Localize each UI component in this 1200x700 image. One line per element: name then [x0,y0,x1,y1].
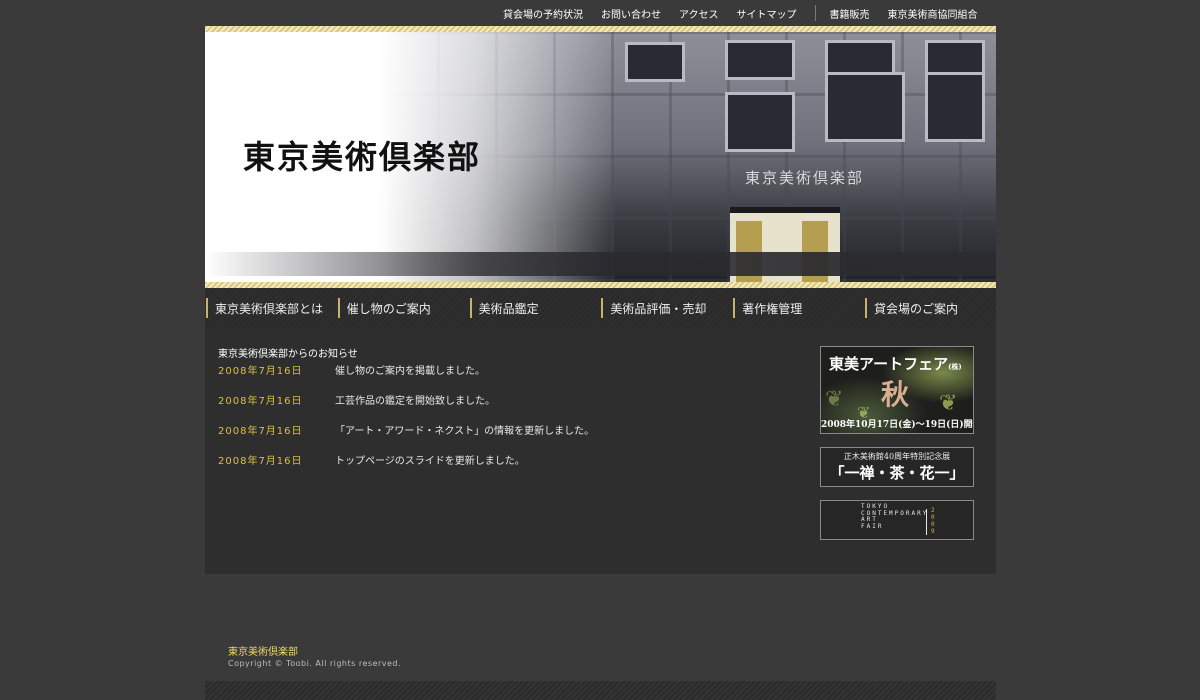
main-nav-events[interactable]: 催し物のご案内 [337,288,469,328]
news-link[interactable]: 「アート・アワード・ネクスト」の情報を更新しました。 [335,422,594,437]
tcaf-year: 2009 [931,507,935,535]
art-fair-title: 東美アートフェア(株) [829,355,962,373]
main-nav: 東京美術倶楽部とは 催し物のご案内 美術品鑑定 美術品評価・売却 著作権管理 貸… [205,288,996,328]
news-date: 2008年7月16日 [218,456,303,467]
news-list: 2008年7月16日 催し物のご案内を掲載しました。 2008年7月16日 工芸… [218,362,594,482]
top-nav-reservation-status[interactable]: 貸会場の予約状況 [503,6,583,21]
top-nav-sitemap[interactable]: サイトマップ [737,6,797,21]
main-nav-copyright[interactable]: 著作権管理 [732,288,864,328]
art-fair-season: 秋 [881,378,910,411]
hero-banner: 東京美術倶楽部 東京美術倶楽部 [205,26,996,288]
main-nav-venue-rental[interactable]: 貸会場のご案内 [864,288,996,328]
footer-title: 東京美術倶楽部 [228,647,298,658]
top-nav-book-sales[interactable]: 書籍販売 [830,6,870,21]
top-nav-contact[interactable]: お問い合わせ [601,6,661,21]
building-window [625,42,685,82]
top-nav-access[interactable]: アクセス [679,6,719,21]
main-nav-appraisal[interactable]: 美術品鑑定 [469,288,601,328]
tcaf-divider [926,509,927,535]
art-fair-dates: 2008年10月17日(金)～19日(日)開催 [821,420,974,430]
footer-strip [205,681,996,700]
top-nav-divider [814,5,816,21]
building-window [725,92,795,152]
news-date: 2008年7月16日 [218,366,303,377]
exhibition-subtitle: 正木美術館40周年特別記念展 [843,452,951,461]
news-heading: 東京美術倶楽部からのお知らせ [218,349,358,360]
art-fair-banner[interactable]: ❦ ❦ ❦ 東美アートフェア(株) 秋 2008年10月17日(金)～19日(日… [820,346,974,434]
top-nav-dealers-association[interactable]: 東京美術商協同組合 [888,6,978,21]
building-window [725,40,795,80]
building-sign: 東京美術倶楽部 [745,169,865,187]
building-window [825,72,905,142]
news-link[interactable]: トップページのスライドを更新しました。 [335,452,525,467]
exhibition-banner[interactable]: 正木美術館40周年特別記念展 「一禅・茶・花一」 [820,447,974,487]
news-link[interactable]: 催し物のご案内を掲載しました。 [335,362,485,377]
street-ground [205,252,996,276]
news-item: 2008年7月16日 「アート・アワード・ネクスト」の情報を更新しました。 [218,422,594,452]
content-area: 東京美術倶楽部からのお知らせ 2008年7月16日 催し物のご案内を掲載しました… [205,328,996,574]
news-date: 2008年7月16日 [218,396,303,407]
maple-leaf-icon: ❦ [939,391,958,416]
news-item: 2008年7月16日 催し物のご案内を掲載しました。 [218,362,594,392]
top-nav: 貸会場の予約状況 お問い合わせ アクセス サイトマップ 書籍販売 東京美術商協同… [503,5,981,21]
news-link[interactable]: 工芸作品の鑑定を開始致しました。 [335,392,495,407]
news-item: 2008年7月16日 工芸作品の鑑定を開始致しました。 [218,392,594,422]
tcaf-banner[interactable]: TOKYO CONTEMPORARY ART FAIR 2009 [820,500,974,540]
site-logo[interactable]: 東京美術倶楽部 [243,132,481,178]
news-date: 2008年7月16日 [218,426,303,437]
main-nav-valuation-sale[interactable]: 美術品評価・売却 [600,288,732,328]
tcaf-wordmark: TOKYO CONTEMPORARY ART FAIR [861,503,929,530]
maple-leaf-icon: ❦ [825,387,844,412]
exhibition-title: 「一禅・茶・花一」 [829,464,965,482]
building-window [925,72,985,142]
footer-copyright: Copyright © Toobi. All rights reserved. [228,659,402,668]
news-item: 2008年7月16日 トップページのスライドを更新しました。 [218,452,594,482]
main-nav-about[interactable]: 東京美術倶楽部とは [205,288,337,328]
